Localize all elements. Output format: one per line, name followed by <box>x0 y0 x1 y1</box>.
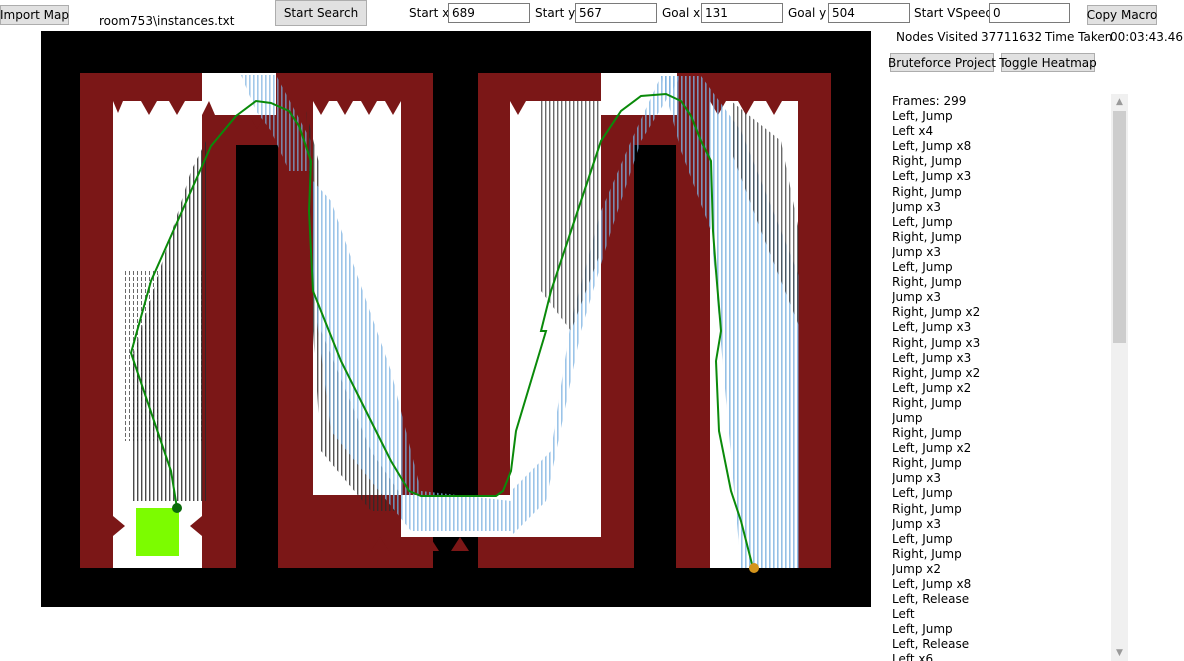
goal-y-input[interactable]: 504 <box>828 3 910 23</box>
move-list-item[interactable]: Left, Jump x3 <box>892 351 1110 366</box>
move-list-item[interactable]: Left <box>892 607 1110 622</box>
file-name-label: room753\instances.txt <box>99 14 235 28</box>
time-taken-label: Time Taken <box>1045 30 1113 44</box>
move-list-scrollbar[interactable]: ▲ ▼ <box>1111 94 1128 661</box>
move-list-item[interactable]: Right, Jump x3 <box>892 336 1110 351</box>
move-list-item[interactable]: Jump x3 <box>892 517 1110 532</box>
move-list-item[interactable]: Left, Jump <box>892 622 1110 637</box>
macro-move-list[interactable]: Frames: 299 Left, Jump Left x4 Left, Jump x… <box>892 94 1110 661</box>
move-list-item[interactable]: Right, Jump x2 <box>892 305 1110 320</box>
nodes-visited-value: 37711632 <box>981 30 1043 44</box>
pillar <box>236 145 278 568</box>
move-list-item[interactable]: Right, Jump <box>892 275 1110 290</box>
move-list-item[interactable]: Left, Jump <box>892 109 1110 124</box>
map-canvas[interactable] <box>41 31 871 607</box>
start-vspeed-label: Start VSpeed <box>914 6 993 20</box>
move-list-item[interactable]: Left, Jump x8 <box>892 139 1110 154</box>
move-list-item[interactable]: Jump x3 <box>892 471 1110 486</box>
start-marker <box>749 563 759 573</box>
move-list-item[interactable]: Left, Jump x3 <box>892 169 1110 184</box>
toggle-heatmap-button[interactable]: Toggle Heatmap <box>999 53 1097 72</box>
move-list-item[interactable]: Left, Release <box>892 592 1110 607</box>
move-list-item[interactable]: Left, Release <box>892 637 1110 652</box>
scrollbar-thumb[interactable] <box>1113 111 1126 343</box>
move-list-item[interactable]: Left x4 <box>892 124 1110 139</box>
move-list-item[interactable]: Left, Jump x8 <box>892 577 1110 592</box>
move-list-item[interactable]: Left, Jump x2 <box>892 441 1110 456</box>
move-list-item[interactable]: Jump <box>892 411 1110 426</box>
goal-x-label: Goal x <box>662 6 701 20</box>
move-list-item[interactable]: Jump x2 <box>892 562 1110 577</box>
move-list-item[interactable]: Right, Jump <box>892 502 1110 517</box>
chevron-down-icon[interactable]: ▼ <box>1111 645 1128 661</box>
move-list-item[interactable]: Left, Jump x2 <box>892 381 1110 396</box>
chevron-up-icon[interactable]: ▲ <box>1111 94 1128 110</box>
pillar <box>433 73 478 495</box>
move-list-item[interactable]: Right, Jump <box>892 456 1110 471</box>
start-search-button[interactable]: Start Search <box>275 0 367 26</box>
move-list-item[interactable]: Right, Jump <box>892 426 1110 441</box>
move-list-item[interactable]: Left, Jump <box>892 532 1110 547</box>
move-list-item[interactable]: Right, Jump <box>892 185 1110 200</box>
move-list-item[interactable]: Left, Jump <box>892 260 1110 275</box>
goal-marker <box>172 503 182 513</box>
move-list-item[interactable]: Jump x3 <box>892 245 1110 260</box>
pillar <box>634 145 676 568</box>
move-list-item[interactable]: Left, Jump <box>892 215 1110 230</box>
move-list-item[interactable]: Frames: 299 <box>892 94 1110 109</box>
nodes-visited-label: Nodes Visited <box>896 30 978 44</box>
start-x-label: Start x <box>409 6 450 20</box>
start-y-input[interactable]: 567 <box>575 3 657 23</box>
start-y-label: Start y <box>535 6 576 20</box>
move-list-item[interactable]: Right, Jump <box>892 547 1110 562</box>
copy-macro-button[interactable]: Copy Macro <box>1087 5 1157 25</box>
start-x-input[interactable]: 689 <box>448 3 530 23</box>
move-list-item[interactable]: Left, Jump x3 <box>892 320 1110 335</box>
move-list-item[interactable]: Right, Jump <box>892 154 1110 169</box>
move-list-item[interactable]: Right, Jump x2 <box>892 366 1110 381</box>
move-list-item[interactable]: Right, Jump <box>892 396 1110 411</box>
goal-zone <box>136 508 179 556</box>
move-list-item[interactable]: Jump x3 <box>892 200 1110 215</box>
move-list-item[interactable]: Left x6 <box>892 652 1110 661</box>
move-list-item[interactable]: Left, Jump <box>892 486 1110 501</box>
import-map-button[interactable]: Import Map <box>0 5 69 25</box>
time-taken-value: 00:03:43.46 <box>1110 30 1183 44</box>
bruteforce-project-button[interactable]: Bruteforce Project <box>888 53 996 72</box>
goal-x-input[interactable]: 131 <box>701 3 783 23</box>
move-list-item[interactable]: Jump x3 <box>892 290 1110 305</box>
start-vspeed-input[interactable]: 0 <box>989 3 1070 23</box>
goal-y-label: Goal y <box>788 6 827 20</box>
move-list-item[interactable]: Right, Jump <box>892 230 1110 245</box>
